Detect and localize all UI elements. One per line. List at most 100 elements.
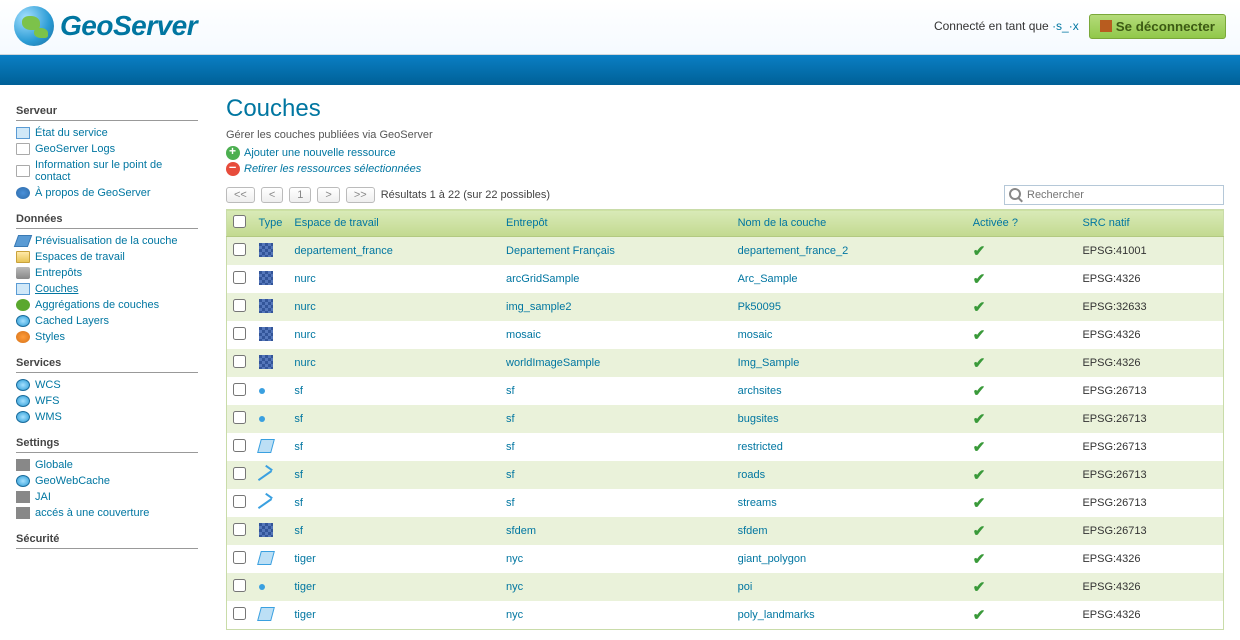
store-link[interactable]: sf — [506, 497, 515, 509]
sidebar-item-label[interactable]: Cached Layers — [35, 315, 109, 327]
sidebar-item[interactable]: WMS — [16, 409, 198, 425]
sidebar-item[interactable]: Information sur le point de contact — [16, 157, 198, 185]
row-checkbox[interactable] — [233, 327, 246, 340]
add-resource-link[interactable]: Ajouter une nouvelle ressource — [244, 147, 396, 159]
workspace-link[interactable]: tiger — [294, 581, 315, 593]
layer-name-link[interactable]: roads — [738, 469, 766, 481]
workspace-link[interactable]: nurc — [294, 273, 315, 285]
pager-last[interactable]: >> — [346, 187, 375, 203]
sidebar-item-label[interactable]: Espaces de travail — [35, 251, 125, 263]
sidebar-item[interactable]: Entrepôts — [16, 265, 198, 281]
workspace-link[interactable]: nurc — [294, 357, 315, 369]
workspace-link[interactable]: nurc — [294, 329, 315, 341]
layer-name-link[interactable]: departement_france_2 — [738, 245, 849, 257]
pager-next[interactable]: > — [317, 187, 339, 203]
row-checkbox[interactable] — [233, 299, 246, 312]
sidebar-item[interactable]: GeoWebCache — [16, 473, 198, 489]
row-checkbox[interactable] — [233, 439, 246, 452]
sidebar-item-label[interactable]: Aggrégations de couches — [35, 299, 159, 311]
layer-name-link[interactable]: restricted — [738, 441, 783, 453]
layer-name-link[interactable]: Img_Sample — [738, 357, 800, 369]
sidebar-item[interactable]: WCS — [16, 377, 198, 393]
col-workspace[interactable]: Espace de travail — [294, 217, 378, 229]
row-checkbox[interactable] — [233, 383, 246, 396]
workspace-link[interactable]: nurc — [294, 301, 315, 313]
layer-name-link[interactable]: sfdem — [738, 525, 768, 537]
layer-name-link[interactable]: archsites — [738, 385, 782, 397]
logout-button[interactable]: Se déconnecter — [1089, 14, 1226, 39]
layer-name-link[interactable]: streams — [738, 497, 777, 509]
layer-name-link[interactable]: Arc_Sample — [738, 273, 798, 285]
sidebar-item-label[interactable]: GeoWebCache — [35, 475, 110, 487]
store-link[interactable]: Departement Français — [506, 245, 615, 257]
workspace-link[interactable]: tiger — [294, 609, 315, 621]
layer-name-link[interactable]: poly_landmarks — [738, 609, 815, 621]
store-link[interactable]: nyc — [506, 581, 523, 593]
sidebar-item[interactable]: Globale — [16, 457, 198, 473]
row-checkbox[interactable] — [233, 243, 246, 256]
sidebar-item-label[interactable]: Information sur le point de contact — [35, 159, 198, 183]
sidebar-item-label[interactable]: À propos de GeoServer — [35, 187, 151, 199]
workspace-link[interactable]: tiger — [294, 553, 315, 565]
sidebar-item[interactable]: État du service — [16, 125, 198, 141]
sidebar-item-label[interactable]: WMS — [35, 411, 62, 423]
sidebar-item-label[interactable]: JAI — [35, 491, 51, 503]
sidebar-item[interactable]: Cached Layers — [16, 313, 198, 329]
logo[interactable]: GeoServer — [14, 6, 197, 46]
search-box[interactable] — [1004, 185, 1224, 205]
row-checkbox[interactable] — [233, 523, 246, 536]
sidebar-item-label[interactable]: accés à une couverture — [35, 507, 149, 519]
select-all-checkbox[interactable] — [233, 215, 246, 228]
workspace-link[interactable]: sf — [294, 525, 303, 537]
username-link[interactable]: ·s_·x — [1052, 19, 1079, 33]
store-link[interactable]: sfdem — [506, 525, 536, 537]
search-input[interactable] — [1023, 189, 1219, 201]
store-link[interactable]: sf — [506, 469, 515, 481]
sidebar-item[interactable]: WFS — [16, 393, 198, 409]
sidebar-item-label[interactable]: Entrepôts — [35, 267, 82, 279]
sidebar-item[interactable]: Aggrégations de couches — [16, 297, 198, 313]
sidebar-item-label[interactable]: État du service — [35, 127, 108, 139]
sidebar-item[interactable]: Espaces de travail — [16, 249, 198, 265]
sidebar-item[interactable]: Prévisualisation de la couche — [16, 233, 198, 249]
col-srs[interactable]: SRC natif — [1082, 217, 1129, 229]
layer-name-link[interactable]: mosaic — [738, 329, 773, 341]
workspace-link[interactable]: sf — [294, 413, 303, 425]
workspace-link[interactable]: sf — [294, 469, 303, 481]
sidebar-item-label[interactable]: GeoServer Logs — [35, 143, 115, 155]
sidebar-item-label[interactable]: Couches — [35, 283, 78, 295]
workspace-link[interactable]: sf — [294, 385, 303, 397]
row-checkbox[interactable] — [233, 607, 246, 620]
remove-resource-link[interactable]: Retirer les ressources sélectionnées — [244, 163, 421, 175]
workspace-link[interactable]: sf — [294, 497, 303, 509]
sidebar-item-label[interactable]: Styles — [35, 331, 65, 343]
store-link[interactable]: sf — [506, 413, 515, 425]
sidebar-item[interactable]: accés à une couverture — [16, 505, 198, 521]
sidebar-item[interactable]: Styles — [16, 329, 198, 345]
sidebar-item[interactable]: GeoServer Logs — [16, 141, 198, 157]
store-link[interactable]: nyc — [506, 609, 523, 621]
col-type[interactable]: Type — [259, 217, 283, 229]
store-link[interactable]: sf — [506, 441, 515, 453]
sidebar-item[interactable]: JAI — [16, 489, 198, 505]
row-checkbox[interactable] — [233, 411, 246, 424]
row-checkbox[interactable] — [233, 271, 246, 284]
sidebar-item-label[interactable]: WFS — [35, 395, 59, 407]
workspace-link[interactable]: sf — [294, 441, 303, 453]
store-link[interactable]: arcGridSample — [506, 273, 579, 285]
row-checkbox[interactable] — [233, 467, 246, 480]
sidebar-item-label[interactable]: Globale — [35, 459, 73, 471]
row-checkbox[interactable] — [233, 579, 246, 592]
sidebar-item[interactable]: À propos de GeoServer — [16, 185, 198, 201]
layer-name-link[interactable]: poi — [738, 581, 753, 593]
layer-name-link[interactable]: Pk50095 — [738, 301, 781, 313]
pager-page[interactable]: 1 — [289, 187, 311, 203]
store-link[interactable]: mosaic — [506, 329, 541, 341]
store-link[interactable]: nyc — [506, 553, 523, 565]
layer-name-link[interactable]: giant_polygon — [738, 553, 807, 565]
row-checkbox[interactable] — [233, 551, 246, 564]
col-store[interactable]: Entrepôt — [506, 217, 548, 229]
row-checkbox[interactable] — [233, 495, 246, 508]
pager-first[interactable]: << — [226, 187, 255, 203]
layer-name-link[interactable]: bugsites — [738, 413, 779, 425]
